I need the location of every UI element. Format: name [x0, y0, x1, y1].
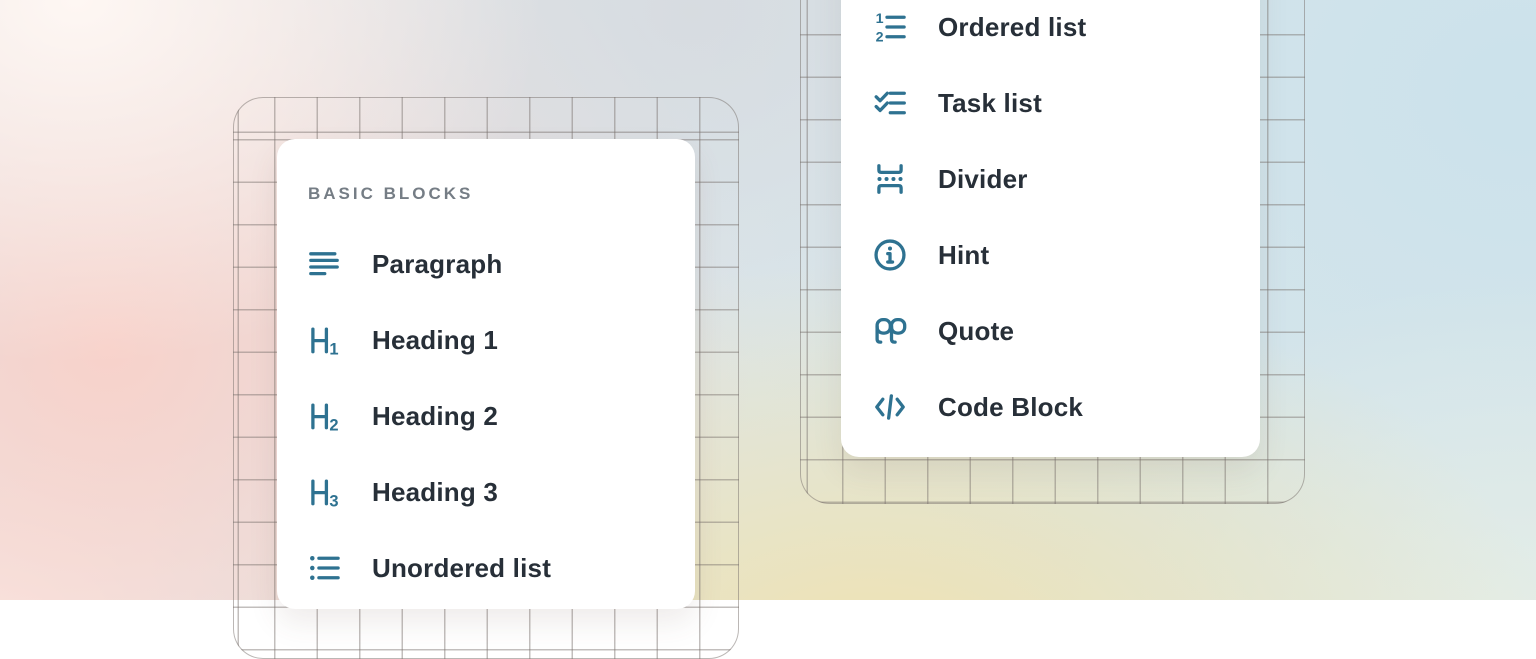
menu-item-hint[interactable]: Hint [841, 217, 1260, 293]
menu-item-label: Divider [938, 164, 1028, 195]
gradient-background [0, 0, 1536, 600]
menu-item-divider[interactable]: Divider [841, 141, 1260, 217]
menu-item-heading-1[interactable]: 1 Heading 1 [277, 302, 695, 378]
paragraph-icon [306, 246, 342, 282]
menu-item-label: Quote [938, 316, 1014, 347]
unordered-list-icon [306, 550, 342, 586]
svg-text:1: 1 [329, 340, 338, 358]
menu-item-label: Heading 3 [372, 477, 498, 508]
menu-item-task-list[interactable]: Task list [841, 65, 1260, 141]
menu-item-label: Heading 1 [372, 325, 498, 356]
basic-blocks-menu-card: BASIC BLOCKS Paragraph 1 Heading 1 2 Hea… [277, 139, 695, 609]
heading-3-icon: 3 [306, 474, 342, 510]
menu-item-label: Heading 2 [372, 401, 498, 432]
menu-item-label: Task list [938, 88, 1042, 119]
menu-item-label: Unordered list [372, 553, 551, 584]
ordered-list-icon: 1 2 [872, 9, 908, 45]
menu-item-label: Hint [938, 240, 989, 271]
hint-icon [872, 237, 908, 273]
code-block-icon [872, 389, 908, 425]
quote-icon [872, 313, 908, 349]
section-label: BASIC BLOCKS [308, 184, 473, 204]
blocks-menu-card: 1 2 Ordered list Task list Divider [841, 0, 1260, 457]
menu-item-code-block[interactable]: Code Block [841, 369, 1260, 445]
heading-1-icon: 1 [306, 322, 342, 358]
divider-icon [872, 161, 908, 197]
heading-2-icon: 2 [306, 398, 342, 434]
menu-item-paragraph[interactable]: Paragraph [277, 226, 695, 302]
svg-text:3: 3 [329, 492, 338, 510]
svg-text:1: 1 [876, 11, 884, 27]
menu-item-ordered-list[interactable]: 1 2 Ordered list [841, 0, 1260, 65]
menu-item-label: Paragraph [372, 249, 502, 280]
task-list-icon [872, 85, 908, 121]
menu-item-unordered-list[interactable]: Unordered list [277, 530, 695, 606]
svg-text:2: 2 [876, 30, 884, 45]
menu-item-label: Code Block [938, 392, 1083, 423]
menu-item-heading-2[interactable]: 2 Heading 2 [277, 378, 695, 454]
menu-item-heading-3[interactable]: 3 Heading 3 [277, 454, 695, 530]
menu-item-label: Ordered list [938, 12, 1086, 43]
svg-text:2: 2 [329, 416, 338, 434]
menu-item-quote[interactable]: Quote [841, 293, 1260, 369]
